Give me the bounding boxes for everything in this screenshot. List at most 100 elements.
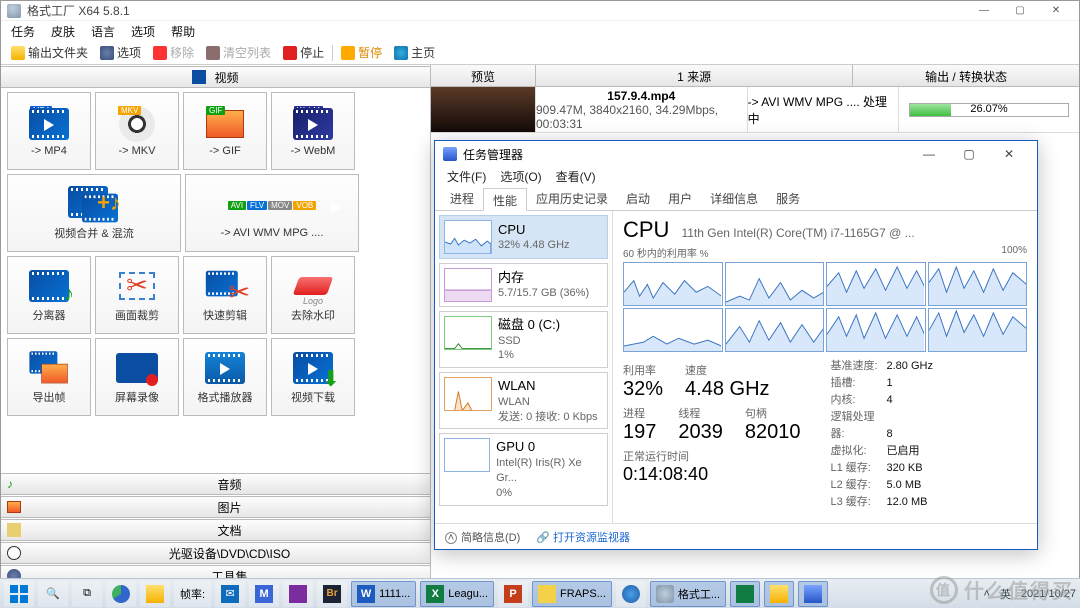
tm-menu-view[interactable]: 查看(V) xyxy=(550,167,602,187)
job-details: 909.47M, 3840x2160, 34.29Mbps, 00:03:31 xyxy=(536,103,747,131)
cell-screen-record[interactable]: 屏幕录像 xyxy=(95,338,179,416)
taskmgr-button[interactable] xyxy=(798,581,828,607)
metric-wlan[interactable]: WLANWLAN发送: 0 接收: 0 Kbps xyxy=(439,372,608,429)
tm-menu-options[interactable]: 选项(O) xyxy=(494,167,547,187)
job-row[interactable]: 157.9.4.mp4 909.47M, 3840x2160, 34.29Mbp… xyxy=(431,87,1079,133)
cell-cut[interactable]: ✂快速剪辑 xyxy=(183,256,267,334)
left-panel: 视频 MP4-> MP4 MKV-> MKV GIF-> GIF WebM-> … xyxy=(1,65,431,587)
col-output[interactable]: 输出 / 转换状态 xyxy=(853,65,1079,86)
tm-sidebar: CPU32% 4.48 GHz 内存5.7/15.7 GB (36%) 磁盘 0… xyxy=(435,211,613,523)
job-thumbnail xyxy=(431,87,536,132)
titlebar[interactable]: 格式工厂 X64 5.8.1 — ▢ ✕ xyxy=(1,1,1079,21)
excel-button[interactable]: XLeagu... xyxy=(420,581,494,607)
cell-mkv[interactable]: MKV-> MKV xyxy=(95,92,179,170)
system-tray[interactable]: ˄ 英 2021/10/27 xyxy=(984,586,1077,602)
bridge-button[interactable]: Br xyxy=(317,581,347,607)
tm-menubar: 文件(F) 选项(O) 查看(V) xyxy=(435,167,1037,187)
menu-task[interactable]: 任务 xyxy=(5,21,41,42)
category-document[interactable]: 文档 xyxy=(1,519,430,541)
cpu-core-chart xyxy=(928,262,1028,306)
category-image[interactable]: 图片 xyxy=(1,496,430,518)
word-button[interactable]: W1111... xyxy=(351,581,416,607)
toolbar-clear: 清空列表 xyxy=(202,44,275,61)
tab-performance[interactable]: 性能 xyxy=(483,188,527,211)
metric-cpu[interactable]: CPU32% 4.48 GHz xyxy=(439,215,608,259)
cpu-utilization: 32% xyxy=(623,378,663,401)
tab-details[interactable]: 详细信息 xyxy=(701,187,767,210)
tm-minimize-button[interactable]: — xyxy=(909,141,949,167)
cell-webm[interactable]: WebM-> WebM xyxy=(271,92,355,170)
cpu-core-chart xyxy=(725,262,825,306)
menu-options[interactable]: 选项 xyxy=(125,21,161,42)
formatfactory-button[interactable]: 格式工... xyxy=(650,581,726,607)
cell-download[interactable]: ⬇视频下载 xyxy=(271,338,355,416)
fraps-button[interactable]: FRAPS... xyxy=(532,581,612,607)
toolbar-home[interactable]: 主页 xyxy=(390,44,439,61)
toolbar-stop[interactable]: 停止 xyxy=(279,44,328,61)
cell-watermark[interactable]: Logo去除水印 xyxy=(271,256,355,334)
cell-demux[interactable]: ♪分离器 xyxy=(7,256,91,334)
close-button[interactable]: ✕ xyxy=(1039,2,1073,20)
menu-help[interactable]: 帮助 xyxy=(165,21,201,42)
mail-button[interactable]: ✉ xyxy=(215,581,245,607)
tray-date[interactable]: 2021/10/27 xyxy=(1021,588,1076,600)
cell-crop[interactable]: ✂画面裁剪 xyxy=(95,256,179,334)
tab-startup[interactable]: 启动 xyxy=(617,187,659,210)
gear-icon xyxy=(100,46,114,60)
metric-disk[interactable]: 磁盘 0 (C:)SSD1% xyxy=(439,311,608,368)
edge-button[interactable] xyxy=(106,581,136,607)
toolbar-output-folder[interactable]: 输出文件夹 xyxy=(7,44,92,61)
tray-chevron-up-icon[interactable]: ˄ xyxy=(984,588,990,600)
search-button[interactable]: 🔍 xyxy=(38,581,68,607)
powerpoint-button[interactable]: P xyxy=(498,581,528,607)
explorer2-button[interactable] xyxy=(764,581,794,607)
cpu-core-chart xyxy=(826,308,926,352)
ime-indicator[interactable]: 英 xyxy=(1000,586,1011,602)
tm-titlebar[interactable]: 任务管理器 — ▢ ✕ xyxy=(435,141,1037,167)
folder-icon xyxy=(11,46,25,60)
metric-gpu[interactable]: GPU 0Intel(R) Iris(R) Xe Gr...0% xyxy=(439,433,608,505)
cpu-speed: 4.48 GHz xyxy=(685,378,769,401)
cell-export-frame[interactable]: 导出帧 xyxy=(7,338,91,416)
toolbar-options[interactable]: 选项 xyxy=(96,44,145,61)
onenote-button[interactable] xyxy=(283,581,313,607)
menu-lang[interactable]: 语言 xyxy=(85,21,121,42)
cell-mp4[interactable]: MP4-> MP4 xyxy=(7,92,91,170)
tm-maximize-button[interactable]: ▢ xyxy=(949,141,989,167)
taskview-button[interactable]: ⧉ xyxy=(72,581,102,607)
category-video[interactable]: 视频 xyxy=(1,66,430,88)
cell-player[interactable]: 格式播放器 xyxy=(183,338,267,416)
toolbar-pause[interactable]: 暂停 xyxy=(337,44,386,61)
metric-memory[interactable]: 内存5.7/15.7 GB (36%) xyxy=(439,263,608,307)
category-audio[interactable]: ♪音频 xyxy=(1,473,430,495)
minimize-button[interactable]: — xyxy=(967,2,1001,20)
tm-fewer-details[interactable]: ˄简略信息(D) xyxy=(445,529,520,545)
framerate-indicator[interactable]: 帧率: xyxy=(174,581,211,607)
cell-merge[interactable]: +♪视频合并 & 混流 xyxy=(7,174,181,252)
menu-skin[interactable]: 皮肤 xyxy=(45,21,81,42)
tm-close-button[interactable]: ✕ xyxy=(989,141,1029,167)
cell-gif[interactable]: GIF-> GIF xyxy=(183,92,267,170)
ge-button[interactable] xyxy=(616,581,646,607)
globe-icon xyxy=(394,46,408,60)
col-source[interactable]: 1 来源 xyxy=(536,65,853,86)
cpu-core-chart xyxy=(928,308,1028,352)
col-preview[interactable]: 预览 xyxy=(431,65,536,86)
cpu-mini-chart xyxy=(444,220,492,254)
category-dvd[interactable]: 光驱设备\DVD\CD\ISO xyxy=(1,542,430,564)
tab-users[interactable]: 用户 xyxy=(659,187,701,210)
maximize-button[interactable]: ▢ xyxy=(1003,2,1037,20)
excel2-button[interactable] xyxy=(730,581,760,607)
tm-title: 任务管理器 xyxy=(463,146,523,163)
chevron-up-icon: ˄ xyxy=(445,532,457,544)
tab-services[interactable]: 服务 xyxy=(767,187,809,210)
tab-app-history[interactable]: 应用历史记录 xyxy=(527,187,617,210)
video-icon xyxy=(192,70,206,84)
explorer-button[interactable] xyxy=(140,581,170,607)
m-app-button[interactable]: M xyxy=(249,581,279,607)
tab-processes[interactable]: 进程 xyxy=(441,187,483,210)
cell-avi-wmv[interactable]: AVIFLVMOVVOB-> AVI WMV MPG .... xyxy=(185,174,359,252)
tm-menu-file[interactable]: 文件(F) xyxy=(441,167,492,187)
start-button[interactable] xyxy=(4,581,34,607)
open-resource-monitor[interactable]: 🔗 打开资源监视器 xyxy=(536,529,630,545)
